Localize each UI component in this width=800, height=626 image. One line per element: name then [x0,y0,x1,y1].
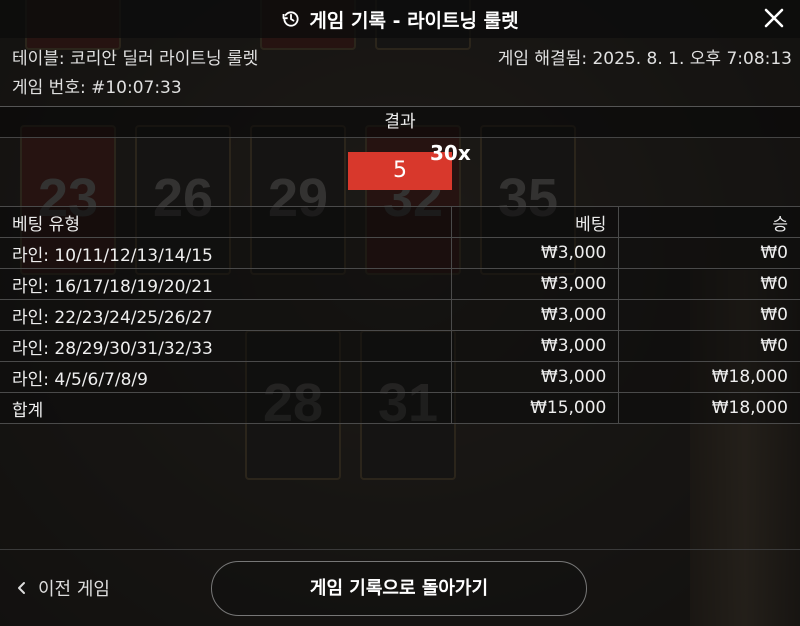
total-bet: ₩15,000 [451,392,620,424]
column-header-bet: 베팅 [451,206,620,238]
bet-type-cell: 라인: 16/17/18/19/20/21 [0,268,452,300]
column-header-win: 승 [618,206,800,238]
bet-type-cell: 라인: 4/5/6/7/8/9 [0,361,452,393]
bet-amount-cell: ₩3,000 [451,361,620,393]
table-row: 라인: 28/29/30/31/32/33 ₩3,000 ₩0 [0,330,800,362]
table-row: 라인: 22/23/24/25/26/27 ₩3,000 ₩0 [0,299,800,331]
previous-game-button[interactable]: 이전 게임 [16,575,110,601]
game-number: 게임 번호: #10:07:33 [12,78,182,98]
dialog-title: 게임 기록 - 라이트닝 룰렛 [281,6,519,33]
bet-type-cell: 라인: 22/23/24/25/26/27 [0,299,452,331]
dialog-title-text: 게임 기록 - 라이트닝 룰렛 [309,9,519,32]
win-amount-cell: ₩0 [618,237,800,269]
bet-amount-cell: ₩3,000 [451,299,620,331]
column-header-bet-type: 베팅 유형 [0,206,452,238]
bets-table: 베팅 유형 베팅 승 라인: 10/11/12/13/14/15 ₩3,000 … [0,206,800,424]
win-amount-cell: ₩0 [618,330,800,362]
table-row: 라인: 10/11/12/13/14/15 ₩3,000 ₩0 [0,237,800,269]
chevron-left-icon [18,582,25,594]
close-icon[interactable] [762,6,786,30]
bet-type-cell: 라인: 10/11/12/13/14/15 [0,237,452,269]
previous-game-label: 이전 게임 [38,579,110,600]
result-heading: 결과 [0,106,800,138]
back-to-history-button[interactable]: 게임 기록으로 돌아가기 [211,561,587,616]
dialog-header: 게임 기록 - 라이트닝 룰렛 [0,0,800,38]
bet-amount-cell: ₩3,000 [451,237,620,269]
table-row: 라인: 4/5/6/7/8/9 ₩3,000 ₩18,000 [0,361,800,393]
game-meta: 테이블: 코리안 딜러 라이트닝 룰렛 게임 해결됨: 2025. 8. 1. … [12,42,792,100]
table-header-row: 베팅 유형 베팅 승 [0,206,800,238]
total-win: ₩18,000 [618,392,800,424]
total-row: 합계 ₩15,000 ₩18,000 [0,392,800,424]
table-name: 테이블: 코리안 딜러 라이트닝 룰렛 [12,49,259,69]
win-amount-cell: ₩0 [618,299,800,331]
table-row: 라인: 16/17/18/19/20/21 ₩3,000 ₩0 [0,268,800,300]
bet-amount-cell: ₩3,000 [451,330,620,362]
bet-type-cell: 라인: 28/29/30/31/32/33 [0,330,452,362]
history-icon [283,11,300,27]
bet-amount-cell: ₩3,000 [451,268,620,300]
resolved-time: 게임 해결됨: 2025. 8. 1. 오후 7:08:13 [497,49,792,69]
total-label: 합계 [0,392,452,424]
result-multiplier: 30x [430,141,471,165]
win-amount-cell: ₩18,000 [618,361,800,393]
win-amount-cell: ₩0 [618,268,800,300]
footer-divider [0,549,800,550]
